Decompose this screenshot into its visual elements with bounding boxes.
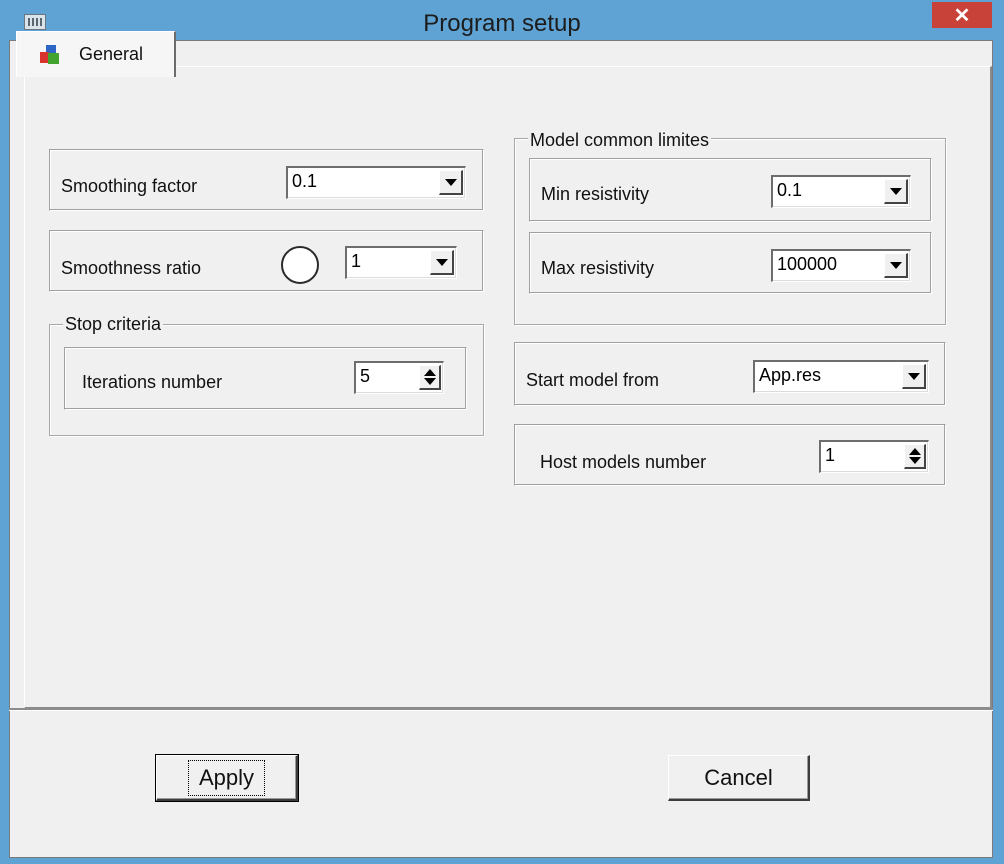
chevron-down-icon[interactable] bbox=[439, 170, 463, 195]
smoothness-ratio-select[interactable]: 1 bbox=[345, 246, 457, 279]
max-resistivity-value: 100000 bbox=[777, 254, 838, 274]
apply-button[interactable]: Apply bbox=[155, 754, 299, 802]
iterations-number-stepper[interactable]: 5 bbox=[354, 361, 444, 394]
button-separator bbox=[9, 708, 993, 711]
close-icon: ✕ bbox=[953, 4, 971, 27]
apply-button-label: Apply bbox=[187, 759, 266, 796]
tab-general-label: General bbox=[79, 44, 144, 64]
smoothing-factor-value: 0.1 bbox=[292, 171, 318, 191]
iterations-number-label: Iterations number bbox=[82, 372, 223, 392]
chevron-down-icon[interactable] bbox=[430, 250, 454, 275]
tab-general[interactable]: General bbox=[16, 31, 176, 77]
spin-arrows-icon[interactable] bbox=[419, 365, 441, 390]
smoothing-factor-label: Smoothing factor bbox=[61, 176, 198, 196]
iterations-number-value: 5 bbox=[360, 366, 371, 386]
host-models-number-value: 1 bbox=[825, 445, 836, 465]
start-model-from-select[interactable]: App.res bbox=[753, 360, 929, 393]
min-resistivity-label: Min resistivity bbox=[541, 184, 650, 204]
host-models-number-stepper[interactable]: 1 bbox=[819, 440, 929, 473]
max-resistivity-label: Max resistivity bbox=[541, 258, 655, 278]
host-models-number-label: Host models number bbox=[540, 452, 707, 472]
chevron-down-icon[interactable] bbox=[902, 364, 926, 389]
min-resistivity-value: 0.1 bbox=[777, 180, 803, 200]
cancel-button[interactable]: Cancel bbox=[668, 755, 810, 801]
spin-arrows-icon[interactable] bbox=[904, 444, 926, 469]
chevron-down-icon[interactable] bbox=[884, 253, 908, 278]
smoothness-ratio-radio[interactable] bbox=[281, 246, 319, 284]
max-resistivity-select[interactable]: 100000 bbox=[771, 249, 911, 282]
smoothness-ratio-value: 1 bbox=[351, 251, 362, 271]
blocks-icon bbox=[39, 44, 61, 66]
model-common-limites-legend: Model common limites bbox=[528, 130, 712, 150]
cancel-button-label: Cancel bbox=[704, 764, 773, 790]
program-setup-window: Program setup ✕ General Smoothing factor… bbox=[0, 0, 1004, 864]
stop-criteria-legend: Stop criteria bbox=[63, 314, 164, 334]
smoothness-ratio-label: Smoothness ratio bbox=[61, 258, 202, 278]
min-resistivity-select[interactable]: 0.1 bbox=[771, 175, 911, 208]
close-button[interactable]: ✕ bbox=[932, 2, 992, 28]
smoothing-factor-select[interactable]: 0.1 bbox=[286, 166, 466, 199]
start-model-from-value: App.res bbox=[759, 365, 822, 385]
start-model-from-label: Start model from bbox=[526, 370, 660, 390]
chevron-down-icon[interactable] bbox=[884, 179, 908, 204]
